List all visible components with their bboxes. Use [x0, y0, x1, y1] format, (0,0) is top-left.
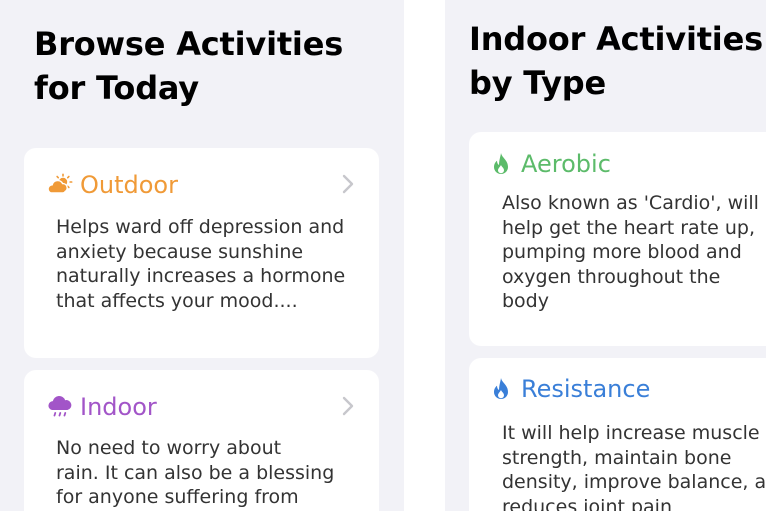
card-header: Outdoor: [46, 170, 178, 200]
card-description: It will help increase muscle strength, m…: [502, 421, 766, 511]
page-title-line: Indoor Activities: [469, 20, 763, 58]
description-line: that affects your mood....: [56, 289, 298, 312]
flame-icon: [487, 150, 515, 178]
page-title-line: for Today: [34, 69, 199, 107]
description-line: strength, maintain bone: [502, 446, 732, 469]
description-line: No need to worry about: [56, 437, 282, 459]
page-title: Browse Activities for Today: [34, 22, 343, 110]
description-line: rain. It can also be a blessing: [56, 461, 335, 484]
description-line: naturally increases a hormone: [56, 265, 346, 287]
browse-activities-screen: Browse Activities for Today Outdoor Help…: [0, 0, 404, 511]
card-description: Helps ward off depression and anxiety be…: [56, 215, 345, 313]
activity-card-indoor[interactable]: Indoor No need to worry about rain. It c…: [24, 370, 379, 511]
activity-card-aerobic[interactable]: Aerobic Also known as 'Cardio', will hel…: [469, 132, 766, 346]
page-title-line: Browse Activities: [34, 25, 344, 63]
activity-card-resistance[interactable]: Resistance It will help increase muscle …: [469, 358, 766, 511]
description-line: Also known as 'Cardio', will: [502, 192, 759, 214]
description-line: It will help increase muscle: [502, 422, 760, 444]
card-header: Indoor: [46, 392, 157, 422]
description-line: help get the heart rate up,: [502, 216, 756, 239]
card-description: Also known as 'Cardio', will help get th…: [502, 191, 759, 314]
description-line: pumping more blood and: [502, 241, 742, 263]
card-title: Resistance: [521, 375, 651, 403]
page-title: Indoor Activities by Type: [469, 17, 763, 105]
description-line: reduces joint pain: [502, 495, 672, 511]
description-line: anxiety because sunshine: [56, 240, 304, 263]
description-line: oxygen throughout the: [502, 265, 721, 288]
chevron-right-icon: [341, 395, 355, 417]
card-header: Aerobic: [487, 149, 611, 179]
page-title-line: by Type: [469, 64, 607, 102]
flame-icon: [487, 375, 515, 403]
card-description: No need to worry about rain. It can also…: [56, 436, 334, 510]
description-line: density, improve balance, and: [502, 471, 766, 493]
indoor-activities-screen: Indoor Activities by Type Aerobic Also k…: [445, 0, 766, 511]
description-line: for anyone suffering from: [56, 486, 299, 508]
card-header: Resistance: [487, 374, 650, 404]
chevron-right-icon: [341, 173, 355, 195]
description-line: body: [502, 290, 549, 312]
description-line: Helps ward off depression and: [56, 216, 345, 238]
card-title: Aerobic: [521, 150, 611, 178]
sun-behind-cloud-icon: [46, 171, 74, 199]
activity-card-outdoor[interactable]: Outdoor Helps ward off depression and an…: [24, 148, 379, 358]
cloud-rain-icon: [46, 393, 74, 421]
card-title: Indoor: [80, 393, 157, 421]
card-title: Outdoor: [80, 171, 178, 199]
